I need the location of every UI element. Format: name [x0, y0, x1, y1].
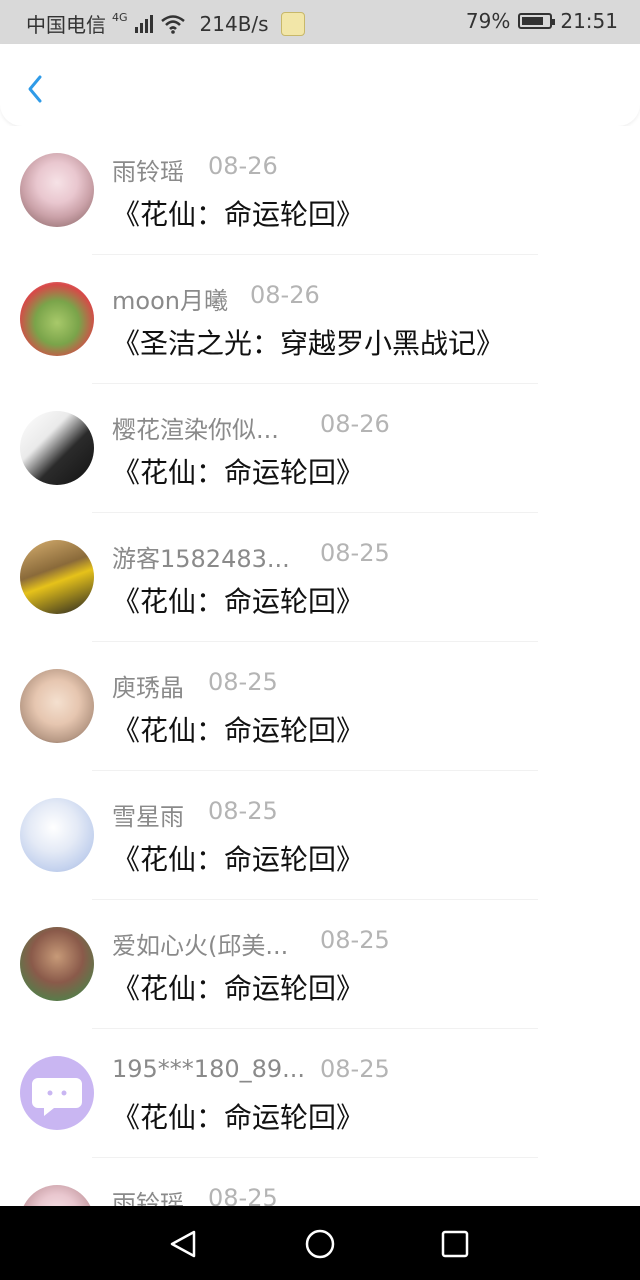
user-name: 爱如心火(邱美... [112, 932, 289, 960]
avatar[interactable] [20, 540, 94, 614]
item-date: 08-26 [320, 410, 390, 438]
nav-back-button[interactable] [164, 1224, 204, 1264]
list-item[interactable]: 樱花渲染你似... 08-26 《花仙：命运轮回》 [0, 384, 640, 513]
item-date: 08-25 [208, 797, 278, 825]
list-item[interactable]: 庾琇晶 08-25 《花仙：命运轮回》 [0, 642, 640, 771]
avatar[interactable] [20, 1185, 94, 1206]
list-item[interactable]: 195***180_89... 08-25 《花仙：命运轮回》 [0, 1029, 640, 1158]
circle-home-icon [305, 1229, 335, 1259]
list-item[interactable]: 游客1582483... 08-25 《花仙：命运轮回》 [0, 513, 640, 642]
avatar[interactable] [20, 798, 94, 872]
avatar[interactable] [20, 411, 94, 485]
top-bar [0, 44, 640, 126]
battery-icon [518, 13, 556, 29]
item-date: 08-26 [250, 281, 320, 309]
item-date: 08-25 [320, 1055, 390, 1083]
app-notification-icon [280, 11, 305, 36]
user-name: 雪星雨 [112, 803, 184, 831]
list-item[interactable]: 雨铃瑶 08-25 [0, 1158, 640, 1206]
nav-home-button[interactable] [300, 1224, 340, 1264]
work-title: 《花仙：命运轮回》 [112, 198, 365, 231]
item-date: 08-26 [208, 152, 278, 180]
list-item[interactable]: 雪星雨 08-25 《花仙：命运轮回》 [0, 771, 640, 900]
work-title: 《花仙：命运轮回》 [112, 456, 365, 489]
battery-level-fill [522, 17, 543, 25]
nav-recents-button[interactable] [435, 1224, 475, 1264]
signal-icon [134, 14, 153, 33]
list-item[interactable]: moon月曦 08-26 《圣洁之光：穿越罗小黑战记》 [0, 255, 640, 384]
work-title: 《花仙：命运轮回》 [112, 714, 365, 747]
work-title: 《花仙：命运轮回》 [112, 972, 365, 1005]
avatar[interactable] [20, 669, 94, 743]
triangle-back-icon [170, 1230, 196, 1258]
user-name: moon月曦 [112, 287, 228, 315]
avatar[interactable] [20, 282, 94, 356]
clock-label: 21:51 [560, 9, 618, 33]
avatar[interactable] [20, 153, 94, 227]
user-name: 雨铃瑶 [112, 1190, 184, 1206]
user-name: 195***180_89... [112, 1055, 306, 1083]
status-right: 79% 21:51 [466, 9, 618, 33]
work-title: 《花仙：命运轮回》 [112, 585, 365, 618]
list-item[interactable]: 爱如心火(邱美... 08-25 《花仙：命运轮回》 [0, 900, 640, 1029]
chat-bubble-icon [32, 1078, 82, 1116]
item-date: 08-25 [208, 1184, 278, 1206]
system-nav-bar [0, 1206, 640, 1280]
item-date: 08-25 [208, 668, 278, 696]
status-left: 中国电信 4G 214B/s [26, 9, 305, 38]
user-name: 游客1582483... [112, 545, 290, 573]
wifi-icon [160, 14, 185, 34]
work-title: 《花仙：命运轮回》 [112, 843, 365, 876]
carrier-label: 中国电信 [26, 13, 106, 37]
work-title: 《花仙：命运轮回》 [112, 1101, 365, 1134]
square-recents-icon [441, 1230, 469, 1258]
list-item[interactable]: 雨铃瑶 08-26 《花仙：命运轮回》 [0, 126, 640, 255]
work-list[interactable]: 雨铃瑶 08-26 《花仙：命运轮回》 moon月曦 08-26 《圣洁之光：穿越罗小黑战… [0, 126, 640, 1206]
battery-percent-label: 79% [465, 9, 511, 33]
avatar[interactable] [20, 1056, 94, 1130]
item-date: 08-25 [320, 539, 390, 567]
user-name: 樱花渲染你似... [112, 416, 279, 444]
work-title: 《圣洁之光：穿越罗小黑战记》 [112, 327, 505, 360]
user-name: 雨铃瑶 [112, 158, 184, 186]
network-speed-label: 214B/s [199, 11, 269, 36]
user-name: 庾琇晶 [112, 674, 184, 702]
item-date: 08-25 [320, 926, 390, 954]
network-type-label: 4G [112, 11, 128, 24]
chevron-left-icon [28, 75, 42, 103]
back-button[interactable] [20, 68, 54, 108]
avatar[interactable] [20, 927, 94, 1001]
status-bar: 中国电信 4G 214B/s 79% 21:51 [0, 0, 640, 44]
